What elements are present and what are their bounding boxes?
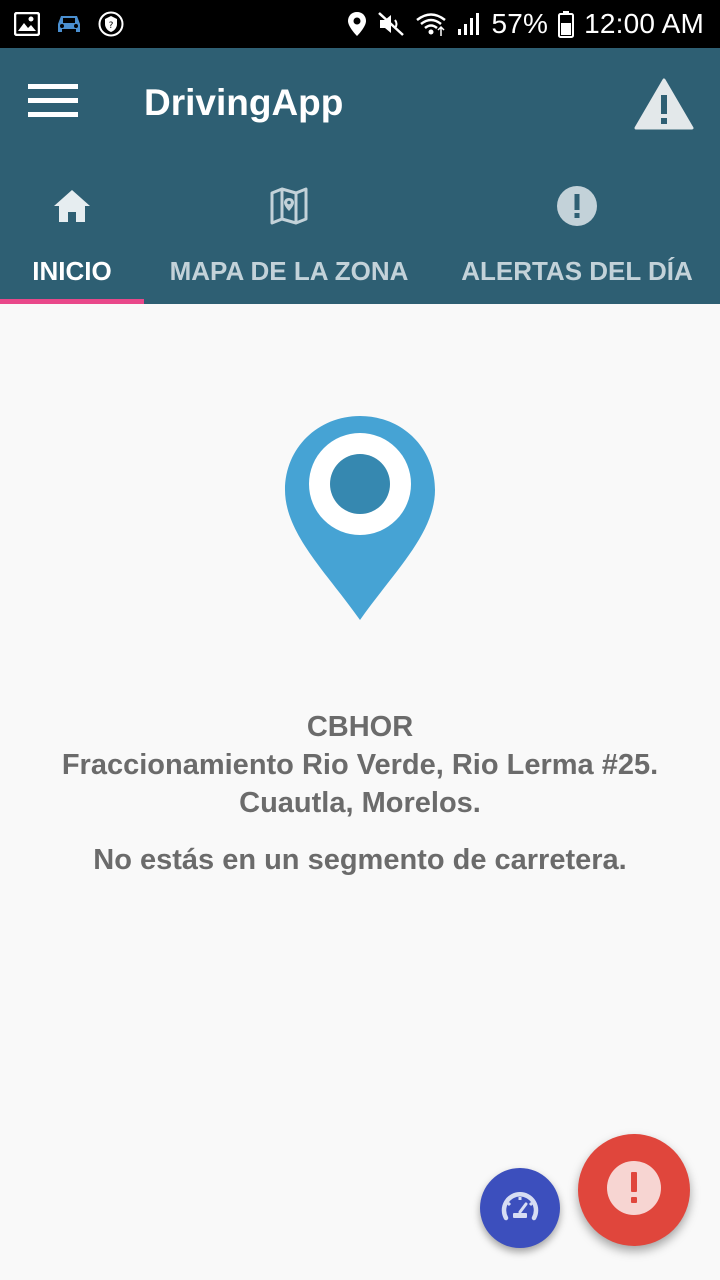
home-icon (52, 184, 92, 228)
location-icon (347, 11, 367, 37)
toolbar: DrivingApp (0, 48, 720, 160)
shield-icon: ? (98, 11, 124, 37)
clock: 12:00 AM (584, 8, 704, 39)
signal-icon (457, 12, 481, 36)
mute-icon (377, 11, 405, 37)
hamburger-menu-icon[interactable] (28, 82, 84, 122)
map-icon (269, 184, 309, 228)
tab-label: ALERTAS DEL DÍA (461, 256, 693, 286)
svg-text:?: ? (109, 21, 114, 31)
tab-inicio[interactable]: INICIO (0, 160, 144, 304)
exclamation-icon (606, 1160, 662, 1221)
warning-triangle-icon[interactable] (634, 78, 696, 134)
segment-status: No estás en un segmento de carretera. (93, 844, 627, 876)
tab-bar: INICIO MAPA DE LA ZONA ALERTAS DEL DÍA (0, 160, 720, 304)
emergency-alert-button[interactable] (578, 1134, 690, 1246)
status-bar-right: 57% 12:00 AM (337, 8, 704, 40)
app-title: DrivingApp (144, 82, 344, 123)
speedometer-button[interactable] (480, 1168, 560, 1248)
alert-circle-icon (556, 184, 598, 228)
battery-percent: 57% (491, 8, 549, 39)
address-line-1: Fraccionamiento Rio Verde, Rio Lerma #25… (61, 749, 659, 781)
status-bar-left: ? (14, 11, 138, 37)
address-line-2: Cuautla, Morelos. (239, 787, 481, 819)
app-bar: DrivingApp INICIO MAPA DE LA ZONA ALERTA… (0, 48, 720, 304)
battery-icon (558, 10, 575, 38)
place-address: Fraccionamiento Rio Verde, Rio Lerma #25… (0, 746, 720, 822)
tab-label: INICIO (32, 256, 112, 286)
wifi-icon (415, 11, 447, 37)
gallery-icon (14, 12, 40, 36)
tab-label: MAPA DE LA ZONA (169, 256, 409, 286)
tab-alertas-del-dia[interactable]: ALERTAS DEL DÍA (434, 160, 720, 304)
status-bar: ? 57% 12:00 AM (0, 0, 720, 48)
app-screen: ? 57% 12:00 AM DrivingApp INICIO MAPA DE… (0, 0, 720, 1280)
speedometer-icon (500, 1188, 540, 1229)
tab-mapa-de-la-zona[interactable]: MAPA DE LA ZONA (144, 160, 434, 304)
location-pin-icon (284, 414, 436, 622)
home-content: CBHOR Fraccionamiento Rio Verde, Rio Ler… (0, 304, 720, 1280)
place-name: CBHOR (306, 711, 414, 743)
car-icon (54, 12, 84, 36)
